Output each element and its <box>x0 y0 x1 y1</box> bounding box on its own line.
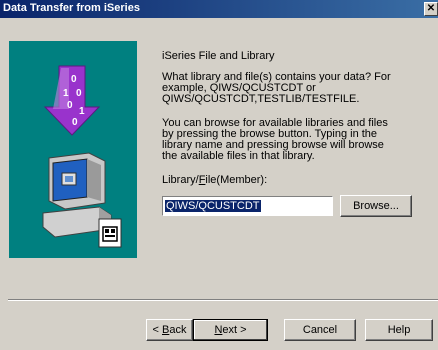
browse-button[interactable]: Browse... <box>340 195 412 217</box>
browse-help-text: You can browse for available libraries a… <box>162 117 388 162</box>
window-title: Data Transfer from iSeries <box>3 2 140 14</box>
back-button[interactable]: < Back <box>146 319 193 341</box>
close-button[interactable]: ✕ <box>424 2 438 16</box>
computer-icon <box>42 152 122 248</box>
binary-digit: 0 <box>67 100 73 111</box>
library-file-input[interactable]: QIWS/QCUSTCDT <box>162 196 333 216</box>
library-file-label-suffix: ile(Member): <box>205 174 268 186</box>
binary-digit: 0 <box>76 88 82 99</box>
wizard-illustration-panel: 0 1 0 0 1 0 <box>9 41 137 258</box>
library-file-value: QIWS/QCUSTCDT <box>165 200 261 212</box>
next-button[interactable]: Next > <box>193 319 268 341</box>
binary-digit: 1 <box>79 106 85 117</box>
back-button-suffix: ack <box>169 324 187 336</box>
binary-digit: 1 <box>63 88 69 99</box>
back-button-prefix: < <box>152 324 162 336</box>
library-file-label: Library/File(Member): <box>162 174 267 186</box>
instruction-text: What library and file(s) contains your d… <box>162 71 391 105</box>
page-heading: iSeries File and Library <box>162 50 275 62</box>
cancel-button[interactable]: Cancel <box>284 319 356 341</box>
close-icon: ✕ <box>426 3 436 14</box>
next-button-suffix: ext > <box>222 324 247 336</box>
binary-digit: 0 <box>72 117 78 128</box>
binary-digit: 0 <box>71 74 77 85</box>
computer-download-illustration: 0 1 0 0 1 0 <box>42 65 122 248</box>
title-bar: Data Transfer from iSeries ✕ <box>0 0 438 18</box>
footer-separator <box>8 299 438 301</box>
help-button[interactable]: Help <box>365 319 433 341</box>
library-file-label-prefix: Library/ <box>162 174 199 186</box>
